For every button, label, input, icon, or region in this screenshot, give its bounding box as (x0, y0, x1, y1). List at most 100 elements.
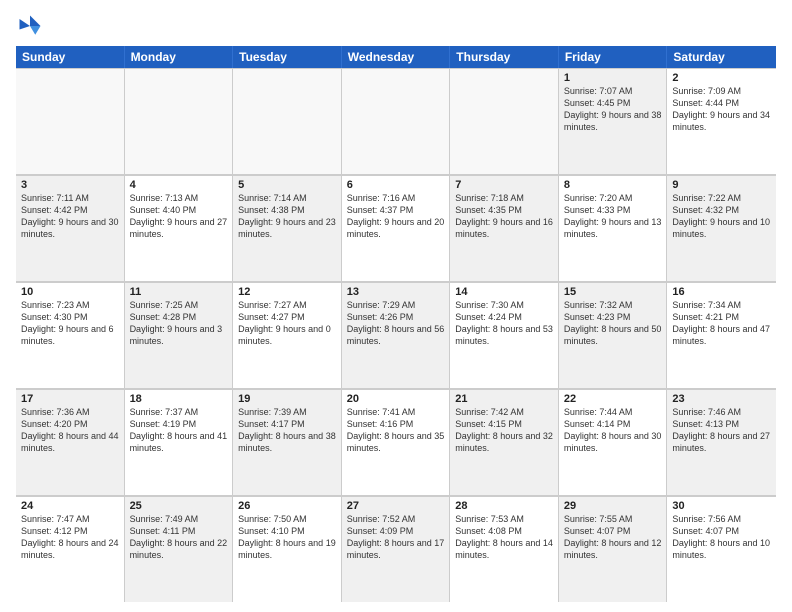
calendar-cell: 13Sunrise: 7:29 AM Sunset: 4:26 PM Dayli… (342, 282, 451, 388)
logo-icon (16, 12, 44, 40)
day-number: 22 (564, 393, 662, 405)
day-number: 30 (672, 500, 771, 512)
day-number: 4 (130, 179, 228, 191)
calendar-cell: 21Sunrise: 7:42 AM Sunset: 4:15 PM Dayli… (450, 389, 559, 495)
header-cell-sunday: Sunday (16, 46, 125, 68)
calendar-cell (16, 68, 125, 174)
day-number: 16 (672, 286, 771, 298)
day-number: 8 (564, 179, 662, 191)
day-info: Sunrise: 7:42 AM Sunset: 4:15 PM Dayligh… (455, 406, 553, 455)
day-info: Sunrise: 7:27 AM Sunset: 4:27 PM Dayligh… (238, 299, 336, 348)
day-number: 7 (455, 179, 553, 191)
calendar-cell: 17Sunrise: 7:36 AM Sunset: 4:20 PM Dayli… (16, 389, 125, 495)
calendar-cell: 28Sunrise: 7:53 AM Sunset: 4:08 PM Dayli… (450, 496, 559, 602)
header-cell-tuesday: Tuesday (233, 46, 342, 68)
day-info: Sunrise: 7:34 AM Sunset: 4:21 PM Dayligh… (672, 299, 771, 348)
calendar-cell: 26Sunrise: 7:50 AM Sunset: 4:10 PM Dayli… (233, 496, 342, 602)
day-number: 2 (672, 72, 771, 84)
day-number: 6 (347, 179, 445, 191)
calendar-cell (450, 68, 559, 174)
calendar-cell: 16Sunrise: 7:34 AM Sunset: 4:21 PM Dayli… (667, 282, 776, 388)
calendar-cell: 25Sunrise: 7:49 AM Sunset: 4:11 PM Dayli… (125, 496, 234, 602)
header-cell-friday: Friday (559, 46, 668, 68)
header (16, 12, 776, 40)
day-info: Sunrise: 7:09 AM Sunset: 4:44 PM Dayligh… (672, 85, 771, 134)
day-number: 28 (455, 500, 553, 512)
day-info: Sunrise: 7:30 AM Sunset: 4:24 PM Dayligh… (455, 299, 553, 348)
calendar-cell: 10Sunrise: 7:23 AM Sunset: 4:30 PM Dayli… (16, 282, 125, 388)
day-info: Sunrise: 7:14 AM Sunset: 4:38 PM Dayligh… (238, 192, 336, 241)
calendar-cell: 22Sunrise: 7:44 AM Sunset: 4:14 PM Dayli… (559, 389, 668, 495)
calendar-cell (342, 68, 451, 174)
day-number: 15 (564, 286, 662, 298)
calendar-cell: 7Sunrise: 7:18 AM Sunset: 4:35 PM Daylig… (450, 175, 559, 281)
day-info: Sunrise: 7:29 AM Sunset: 4:26 PM Dayligh… (347, 299, 445, 348)
calendar-cell: 9Sunrise: 7:22 AM Sunset: 4:32 PM Daylig… (667, 175, 776, 281)
day-info: Sunrise: 7:20 AM Sunset: 4:33 PM Dayligh… (564, 192, 662, 241)
day-info: Sunrise: 7:49 AM Sunset: 4:11 PM Dayligh… (130, 513, 228, 562)
calendar-cell (233, 68, 342, 174)
calendar-cell: 20Sunrise: 7:41 AM Sunset: 4:16 PM Dayli… (342, 389, 451, 495)
day-number: 19 (238, 393, 336, 405)
calendar-row-0: 1Sunrise: 7:07 AM Sunset: 4:45 PM Daylig… (16, 68, 776, 175)
day-info: Sunrise: 7:53 AM Sunset: 4:08 PM Dayligh… (455, 513, 553, 562)
day-info: Sunrise: 7:46 AM Sunset: 4:13 PM Dayligh… (672, 406, 771, 455)
calendar-cell: 1Sunrise: 7:07 AM Sunset: 4:45 PM Daylig… (559, 68, 668, 174)
header-cell-monday: Monday (125, 46, 234, 68)
day-info: Sunrise: 7:32 AM Sunset: 4:23 PM Dayligh… (564, 299, 662, 348)
calendar-cell: 15Sunrise: 7:32 AM Sunset: 4:23 PM Dayli… (559, 282, 668, 388)
day-number: 24 (21, 500, 119, 512)
header-cell-thursday: Thursday (450, 46, 559, 68)
calendar-cell: 11Sunrise: 7:25 AM Sunset: 4:28 PM Dayli… (125, 282, 234, 388)
calendar-cell (125, 68, 234, 174)
day-number: 3 (21, 179, 119, 191)
day-number: 14 (455, 286, 553, 298)
calendar-cell: 2Sunrise: 7:09 AM Sunset: 4:44 PM Daylig… (667, 68, 776, 174)
day-number: 21 (455, 393, 553, 405)
header-cell-saturday: Saturday (667, 46, 776, 68)
calendar-cell: 29Sunrise: 7:55 AM Sunset: 4:07 PM Dayli… (559, 496, 668, 602)
calendar-cell: 24Sunrise: 7:47 AM Sunset: 4:12 PM Dayli… (16, 496, 125, 602)
calendar-row-2: 10Sunrise: 7:23 AM Sunset: 4:30 PM Dayli… (16, 282, 776, 389)
day-info: Sunrise: 7:50 AM Sunset: 4:10 PM Dayligh… (238, 513, 336, 562)
day-number: 10 (21, 286, 119, 298)
day-info: Sunrise: 7:56 AM Sunset: 4:07 PM Dayligh… (672, 513, 771, 562)
day-info: Sunrise: 7:37 AM Sunset: 4:19 PM Dayligh… (130, 406, 228, 455)
calendar-row-3: 17Sunrise: 7:36 AM Sunset: 4:20 PM Dayli… (16, 389, 776, 496)
day-number: 5 (238, 179, 336, 191)
page: SundayMondayTuesdayWednesdayThursdayFrid… (0, 0, 792, 612)
day-info: Sunrise: 7:25 AM Sunset: 4:28 PM Dayligh… (130, 299, 228, 348)
day-number: 11 (130, 286, 228, 298)
day-number: 17 (21, 393, 119, 405)
day-info: Sunrise: 7:16 AM Sunset: 4:37 PM Dayligh… (347, 192, 445, 241)
day-number: 26 (238, 500, 336, 512)
calendar-cell: 30Sunrise: 7:56 AM Sunset: 4:07 PM Dayli… (667, 496, 776, 602)
calendar-header: SundayMondayTuesdayWednesdayThursdayFrid… (16, 46, 776, 68)
calendar-cell: 12Sunrise: 7:27 AM Sunset: 4:27 PM Dayli… (233, 282, 342, 388)
day-info: Sunrise: 7:41 AM Sunset: 4:16 PM Dayligh… (347, 406, 445, 455)
calendar-cell: 14Sunrise: 7:30 AM Sunset: 4:24 PM Dayli… (450, 282, 559, 388)
calendar-cell: 23Sunrise: 7:46 AM Sunset: 4:13 PM Dayli… (667, 389, 776, 495)
calendar-cell: 8Sunrise: 7:20 AM Sunset: 4:33 PM Daylig… (559, 175, 668, 281)
day-info: Sunrise: 7:44 AM Sunset: 4:14 PM Dayligh… (564, 406, 662, 455)
calendar-cell: 27Sunrise: 7:52 AM Sunset: 4:09 PM Dayli… (342, 496, 451, 602)
calendar: SundayMondayTuesdayWednesdayThursdayFrid… (16, 46, 776, 602)
day-number: 25 (130, 500, 228, 512)
day-number: 9 (672, 179, 771, 191)
day-info: Sunrise: 7:07 AM Sunset: 4:45 PM Dayligh… (564, 85, 662, 134)
day-info: Sunrise: 7:39 AM Sunset: 4:17 PM Dayligh… (238, 406, 336, 455)
calendar-body: 1Sunrise: 7:07 AM Sunset: 4:45 PM Daylig… (16, 68, 776, 602)
day-info: Sunrise: 7:22 AM Sunset: 4:32 PM Dayligh… (672, 192, 771, 241)
day-info: Sunrise: 7:11 AM Sunset: 4:42 PM Dayligh… (21, 192, 119, 241)
header-cell-wednesday: Wednesday (342, 46, 451, 68)
day-info: Sunrise: 7:13 AM Sunset: 4:40 PM Dayligh… (130, 192, 228, 241)
day-number: 12 (238, 286, 336, 298)
day-number: 18 (130, 393, 228, 405)
day-info: Sunrise: 7:23 AM Sunset: 4:30 PM Dayligh… (21, 299, 119, 348)
day-info: Sunrise: 7:36 AM Sunset: 4:20 PM Dayligh… (21, 406, 119, 455)
day-number: 13 (347, 286, 445, 298)
calendar-row-4: 24Sunrise: 7:47 AM Sunset: 4:12 PM Dayli… (16, 496, 776, 602)
day-info: Sunrise: 7:47 AM Sunset: 4:12 PM Dayligh… (21, 513, 119, 562)
day-info: Sunrise: 7:55 AM Sunset: 4:07 PM Dayligh… (564, 513, 662, 562)
day-number: 29 (564, 500, 662, 512)
